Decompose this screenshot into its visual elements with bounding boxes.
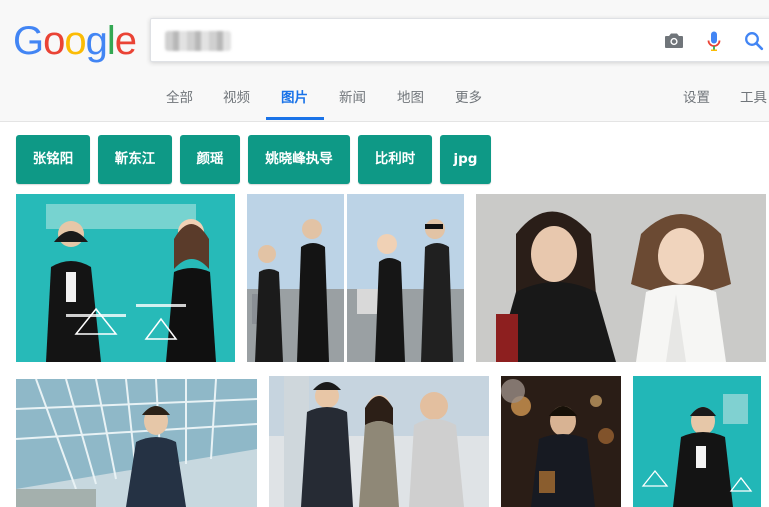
logo-letter: o: [64, 19, 86, 63]
chip-related-search[interactable]: 靳东江: [98, 135, 172, 184]
search-tabs: 全部 视频 图片 新闻 地图 更多 设置 工具: [0, 82, 769, 122]
logo-letter: o: [43, 19, 65, 63]
image-result-dark-bar-poster[interactable]: [501, 376, 621, 507]
search-input[interactable]: [150, 18, 769, 62]
tab-settings[interactable]: 设置: [683, 82, 710, 120]
search-icon[interactable]: [741, 29, 767, 53]
chip-related-search[interactable]: 颜瑶: [180, 135, 240, 184]
logo-letter: l: [106, 19, 116, 63]
chip-related-search[interactable]: jpg: [440, 135, 491, 184]
image-result-airport-group-photo[interactable]: [247, 194, 464, 362]
tab-maps[interactable]: 地图: [397, 82, 424, 120]
image-result-glass-building-actor[interactable]: [16, 379, 257, 507]
search-header: Google 全部 视频 图片 新闻 地图 更多 设置 工具: [0, 0, 769, 122]
camera-icon[interactable]: [661, 29, 687, 53]
tab-images[interactable]: 图片: [281, 82, 308, 120]
chip-related-search[interactable]: 姚晓峰执导: [248, 135, 350, 184]
logo-letter: e: [114, 19, 137, 63]
image-result-three-people-event[interactable]: [269, 376, 489, 507]
blurred-query-text: [165, 31, 231, 51]
tab-all[interactable]: 全部: [166, 82, 193, 120]
tab-videos[interactable]: 视频: [223, 82, 250, 120]
mic-icon[interactable]: [701, 29, 727, 53]
tab-news[interactable]: 新闻: [339, 82, 366, 120]
active-tab-underline: [266, 117, 324, 120]
image-result-teal-poster-duo[interactable]: [16, 194, 235, 362]
image-result-actors-portrait-leather[interactable]: [476, 194, 766, 362]
tab-tools[interactable]: 工具: [740, 82, 767, 120]
tab-more[interactable]: 更多: [455, 82, 482, 120]
image-result-teal-poster-single[interactable]: [633, 376, 761, 507]
logo-letter: G: [13, 19, 44, 63]
chip-related-search[interactable]: 比利时: [358, 135, 432, 184]
logo-letter: g: [85, 19, 108, 63]
chip-related-search[interactable]: 张铭阳: [16, 135, 90, 184]
google-logo[interactable]: Google: [13, 14, 137, 68]
